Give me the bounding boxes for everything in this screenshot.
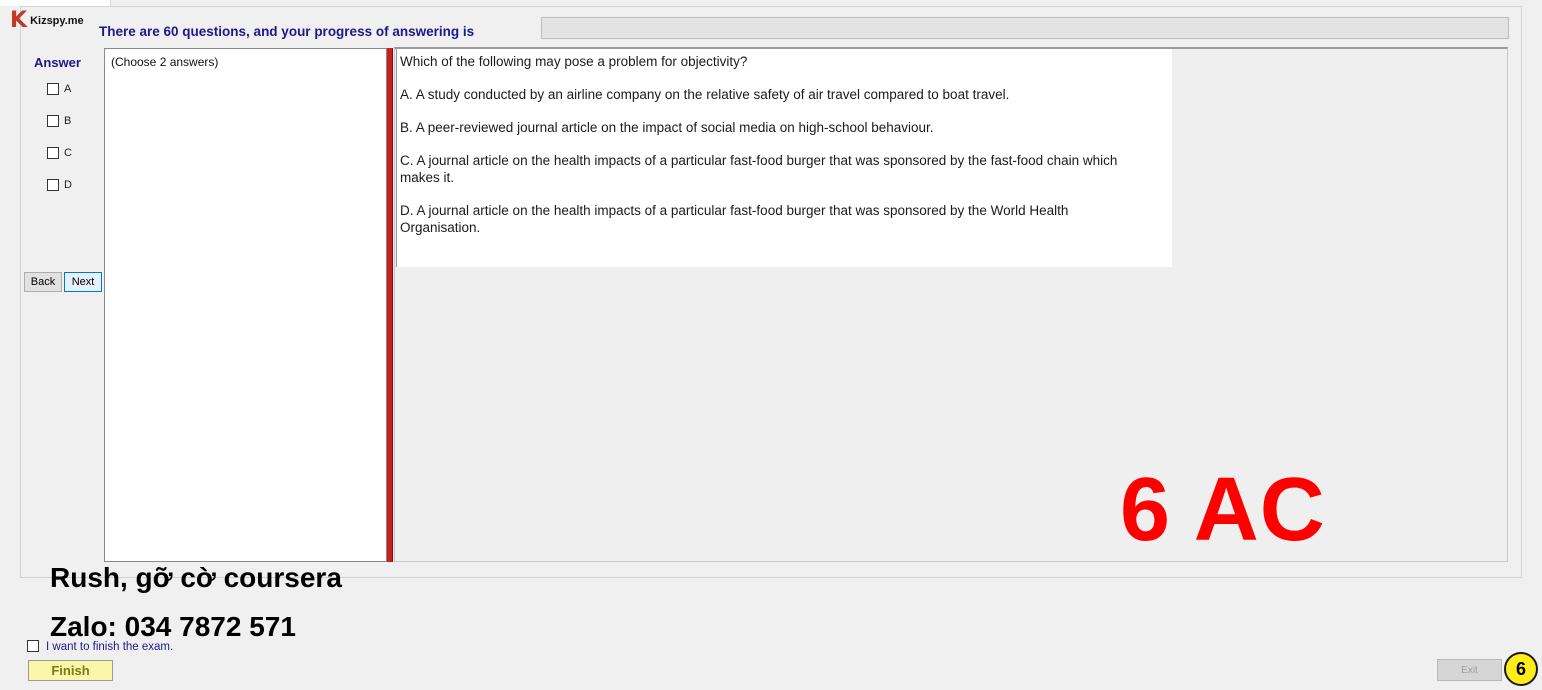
watermark-line-1: Rush, gỡ cờ coursera xyxy=(50,562,342,593)
progress-bar xyxy=(541,17,1509,39)
watermark-line-2: Zalo: 034 7872 571 xyxy=(50,611,296,642)
answer-option-a[interactable]: A xyxy=(47,83,71,95)
question-text: Which of the following may pose a proble… xyxy=(400,53,1120,252)
back-button[interactable]: Back xyxy=(24,272,62,292)
logo-letter: K xyxy=(10,8,28,33)
splitter-divider[interactable] xyxy=(387,48,393,562)
instruction-panel: (Choose 2 answers) xyxy=(104,48,387,562)
finish-exam-label[interactable]: I want to finish the exam. xyxy=(46,641,173,653)
checkbox-c[interactable] xyxy=(47,147,59,159)
choose-instruction: (Choose 2 answers) xyxy=(111,55,219,69)
progress-title: There are 60 questions, and your progres… xyxy=(99,24,475,39)
question-box: Which of the following may pose a proble… xyxy=(396,49,1172,267)
choice-c: C. A journal article on the health impac… xyxy=(400,153,1118,185)
choice-a: A. A study conducted by an airline compa… xyxy=(400,87,1010,102)
checkbox-a[interactable] xyxy=(47,83,59,95)
brand-name: Kizspy.me xyxy=(30,15,84,27)
exit-button[interactable]: Exit xyxy=(1437,659,1502,681)
checkbox-b[interactable] xyxy=(47,115,59,127)
next-button[interactable]: Next xyxy=(64,272,102,292)
option-label-c: C xyxy=(64,147,72,159)
brand-logo: K Kizspy.me xyxy=(10,9,84,33)
answer-option-c[interactable]: C xyxy=(47,147,72,159)
option-label-b: B xyxy=(64,115,72,127)
option-label-a: A xyxy=(64,83,72,95)
checkbox-d[interactable] xyxy=(47,179,59,191)
finish-exam-checkbox[interactable] xyxy=(27,640,39,652)
option-label-d: D xyxy=(64,179,72,191)
answer-option-d[interactable]: D xyxy=(47,179,72,191)
answer-option-b[interactable]: B xyxy=(47,115,71,127)
choice-b: B. A peer-reviewed journal article on th… xyxy=(400,120,934,135)
choice-d: D. A journal article on the health impac… xyxy=(400,203,1069,235)
question-number-badge: 6 xyxy=(1504,652,1538,686)
question-stem: Which of the following may pose a proble… xyxy=(400,54,748,69)
answer-stamp: 6 AC xyxy=(1120,460,1326,560)
finish-button[interactable]: Finish xyxy=(28,660,113,681)
answer-heading: Answer xyxy=(34,55,81,70)
